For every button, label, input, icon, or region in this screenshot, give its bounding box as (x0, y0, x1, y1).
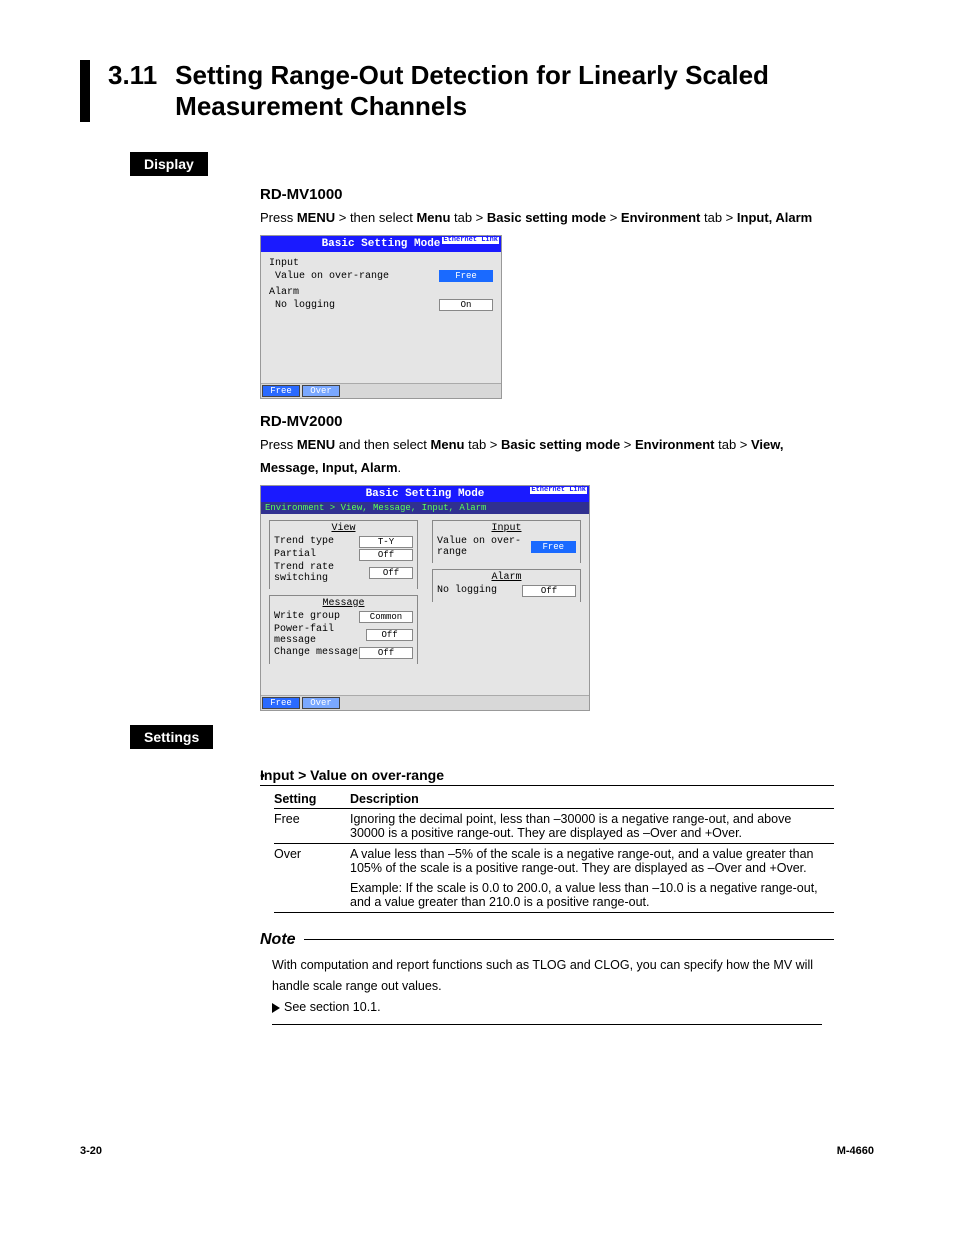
see-reference: See section 10.1. (284, 997, 381, 1018)
ss-label: Trend type (274, 536, 334, 547)
txt: Environment (635, 437, 714, 452)
over-button[interactable]: Over (302, 385, 340, 397)
txt: tab > (464, 437, 501, 452)
free-button[interactable]: Free (262, 697, 300, 709)
ss-label: Power-fail message (274, 624, 366, 646)
td-empty (274, 878, 350, 913)
ss-label: Change message (274, 647, 358, 658)
ss-label: Partial (274, 549, 316, 560)
rule-line (304, 939, 834, 940)
triangle-icon (272, 1003, 280, 1013)
txt: tab > (450, 210, 487, 225)
ethernet-link-icon: Ethernet Link (530, 487, 587, 494)
ss-label: No logging (269, 300, 335, 311)
td-description: Ignoring the decimal point, less than –3… (350, 808, 834, 843)
screenshot-mv2000: Basic Setting Mode Ethernet Link Environ… (260, 485, 590, 711)
write-group-field[interactable]: Common (359, 611, 413, 623)
txt: > (620, 437, 635, 452)
note-text: With computation and report functions su… (272, 955, 822, 998)
subhead-display: Display (130, 152, 208, 176)
txt: and then select (335, 437, 430, 452)
ss-group-view: View (274, 523, 413, 534)
ss-group-alarm: Alarm (269, 287, 493, 298)
txt: MENU (297, 210, 335, 225)
note-body: With computation and report functions su… (272, 955, 822, 1026)
txt: > then select (335, 210, 416, 225)
model-mv1000: RD-MV1000 (260, 186, 834, 203)
breadcrumb: Environment > View, Message, Input, Alar… (261, 502, 589, 514)
ss-label: No logging (437, 585, 497, 596)
subhead-settings: Settings (130, 725, 213, 749)
free-button[interactable]: Free (262, 385, 300, 397)
td-setting: Free (274, 808, 350, 843)
txt: Environment (621, 210, 700, 225)
screenshot-mv1000: Basic Setting Mode Ethernet Link Input V… (260, 235, 502, 399)
txt: > (606, 210, 621, 225)
td-setting: Over (274, 843, 350, 878)
trend-rate-switching-field[interactable]: Off (369, 567, 413, 579)
th-description: Description (350, 790, 834, 809)
over-button[interactable]: Over (302, 697, 340, 709)
trend-type-field[interactable]: T-Y (359, 536, 413, 548)
ss-title: Basic Setting Mode (322, 238, 441, 250)
ss-label: Value on over-range (269, 271, 389, 282)
note-label: Note (260, 931, 296, 949)
ss-titlebar: Basic Setting Mode Ethernet Link (261, 236, 501, 252)
txt: . (398, 460, 402, 475)
change-message-field[interactable]: Off (359, 647, 413, 659)
txt: Menu (416, 210, 450, 225)
setting-heading: Input > Value on over-range (260, 767, 834, 786)
model-mv2000: RD-MV2000 (260, 413, 834, 430)
section-number: 3.11 (108, 60, 157, 91)
txt: Basic setting mode (501, 437, 620, 452)
section-title: Setting Range-Out Detection for Linearly… (175, 60, 874, 122)
settings-table: Setting Description Free Ignoring the de… (274, 790, 834, 913)
td-description: A value less than –5% of the scale is a … (350, 843, 834, 878)
ss-title: Basic Setting Mode (366, 488, 485, 500)
txt: Input, Alarm (737, 210, 812, 225)
td-description: Example: If the scale is 0.0 to 200.0, a… (350, 878, 834, 913)
nav-path-mv2000: Press MENU and then select Menu tab > Ba… (260, 434, 834, 478)
ss-group-message: Message (274, 598, 413, 609)
ss-group-alarm: Alarm (437, 572, 576, 583)
txt: Basic setting mode (487, 210, 606, 225)
ss-label: Trend rate switching (274, 562, 369, 584)
section-header: 3.11 Setting Range-Out Detection for Lin… (80, 60, 874, 122)
ss-label: Write group (274, 611, 340, 622)
ss-titlebar: Basic Setting Mode Ethernet Link (261, 486, 589, 502)
doc-id: M-4660 (837, 1145, 874, 1157)
page-number: 3-20 (80, 1145, 102, 1157)
txt: Menu (431, 437, 465, 452)
txt: tab > (700, 210, 737, 225)
txt: Press (260, 437, 297, 452)
no-logging-field[interactable]: On (439, 299, 493, 311)
nav-path-mv1000: Press MENU > then select Menu tab > Basi… (260, 207, 834, 229)
th-setting: Setting (274, 790, 350, 809)
partial-field[interactable]: Off (359, 549, 413, 561)
ss-group-input: Input (269, 258, 493, 269)
section-accent-bar (80, 60, 90, 122)
ss-label: Value on over-range (437, 536, 531, 558)
txt: Press (260, 210, 297, 225)
value-on-over-range-field[interactable]: Free (439, 270, 493, 282)
no-logging-field[interactable]: Off (522, 585, 576, 597)
power-fail-message-field[interactable]: Off (366, 629, 413, 641)
note-heading: Note (260, 931, 834, 949)
txt: tab > (714, 437, 751, 452)
value-on-over-range-field[interactable]: Free (531, 541, 576, 553)
ethernet-link-icon: Ethernet Link (442, 237, 499, 244)
txt: MENU (297, 437, 335, 452)
ss-group-input: Input (437, 523, 576, 534)
page-footer: 3-20 M-4660 (80, 1145, 874, 1157)
